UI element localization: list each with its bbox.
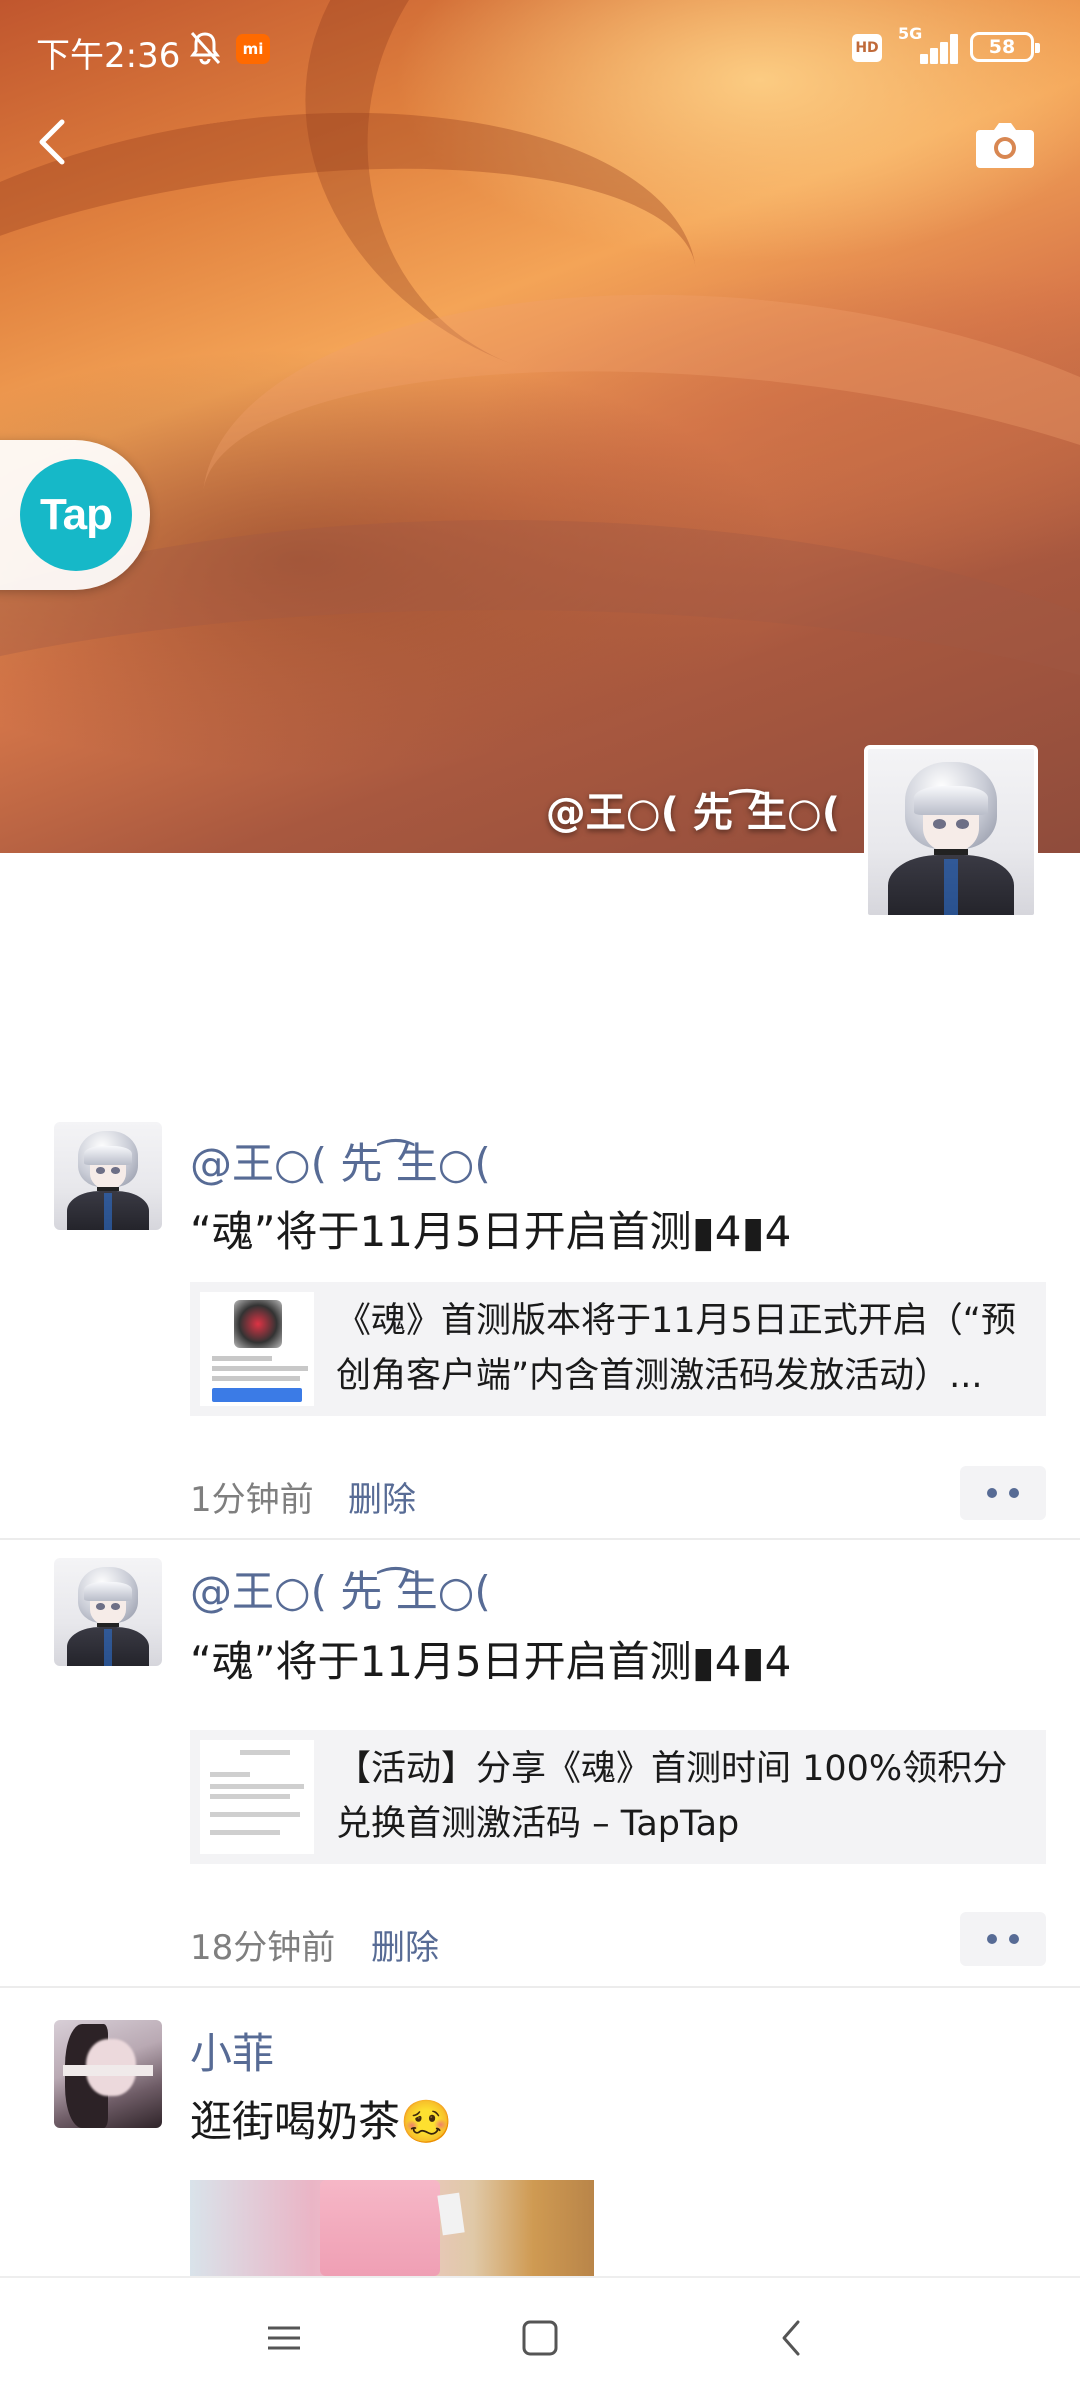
status-time: 下午2:36 (36, 36, 181, 76)
floating-tap-widget[interactable]: Tap (0, 440, 150, 590)
cover-username[interactable]: @王○( 先 ͡生○( (546, 780, 840, 838)
post-author[interactable]: @王○( 先 ͡生○( (190, 1558, 491, 1619)
avatar-image (54, 1122, 162, 1230)
mi-app-icon: mi (236, 34, 270, 64)
home-square-icon[interactable] (510, 2308, 570, 2368)
menu-icon[interactable] (254, 2308, 314, 2368)
post-photo[interactable] (190, 2180, 594, 2276)
avatar-image (54, 1558, 162, 1666)
moment-post: 小菲 逛街喝奶茶🥴 (0, 1990, 1080, 2280)
post-text: “魂”将于11月5日开启首测▮4▮4 (190, 1637, 792, 1686)
more-dots-icon[interactable] (960, 1912, 1046, 1966)
post-author[interactable]: @王○( 先 ͡生○( (190, 1130, 491, 1191)
link-thumbnail (200, 1292, 314, 1406)
post-text: “魂”将于11月5日开启首测▮4▮4 (190, 1207, 792, 1256)
more-dots-icon[interactable] (960, 1466, 1046, 1520)
hd-icon: HD (852, 34, 882, 62)
profile-avatar[interactable] (864, 745, 1038, 919)
post-text: 逛街喝奶茶🥴 (190, 2097, 453, 2146)
post-avatar[interactable] (54, 1558, 162, 1666)
avatar-image (868, 749, 1034, 915)
system-nav-bar (0, 2276, 1080, 2401)
chevron-left-icon[interactable] (30, 110, 74, 174)
link-card[interactable]: 《魂》首测版本将于11月5日正式开启（“预创角客户端”内含首测激活码发放活动）.… (190, 1282, 1046, 1416)
camera-icon[interactable] (974, 118, 1036, 170)
post-avatar[interactable] (54, 1122, 162, 1230)
post-divider (0, 1986, 1080, 1988)
moment-post: @王○( 先 ͡生○( “魂”将于11月5日开启首测▮4▮4 《魂》首测版本将于… (0, 1110, 1080, 1540)
network-type: 5G (898, 24, 923, 43)
bell-muted-icon (190, 31, 221, 65)
link-title: 《魂》首测版本将于11月5日正式开启（“预创角客户端”内含首测激活码发放活动）.… (336, 1301, 1016, 1396)
link-card[interactable]: 【活动】分享《魂》首测时间 100%领积分兑换首测激活码 – TapTap (190, 1730, 1046, 1864)
post-time: 1分钟前 (190, 1480, 314, 1520)
signal-icon: 5G (898, 24, 962, 64)
link-thumbnail (200, 1740, 314, 1854)
tap-logo-icon: Tap (20, 459, 132, 571)
battery-icon: 58 (970, 32, 1040, 62)
link-title: 【活动】分享《魂》首测时间 100%领积分兑换首测激活码 – TapTap (336, 1749, 1008, 1844)
cover-image[interactable]: 下午2:36 mi HD 5G 58 @王○( 先 ͡生○( (0, 0, 1080, 853)
post-time: 18分钟前 (190, 1928, 336, 1968)
delete-button[interactable]: 删除 (371, 1920, 439, 1969)
moment-post: @王○( 先 ͡生○( “魂”将于11月5日开启首测▮4▮4 【活动】分享《魂》… (0, 1540, 1080, 1990)
post-avatar[interactable] (54, 2020, 162, 2128)
post-author[interactable]: 小菲 (190, 2020, 274, 2081)
status-bar: 下午2:36 mi HD 5G 58 (0, 0, 1080, 100)
back-triangle-icon[interactable] (762, 2308, 822, 2368)
delete-button[interactable]: 删除 (348, 1472, 416, 1521)
